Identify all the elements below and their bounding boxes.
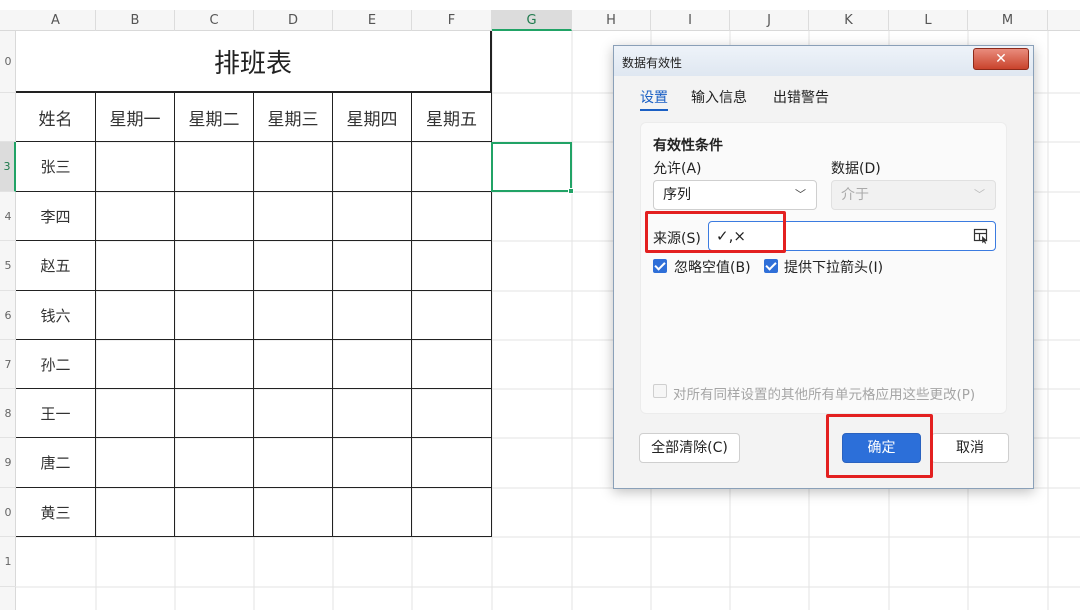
data-select-value: 介于: [841, 187, 869, 203]
schedule-title[interactable]: 排班表: [16, 31, 492, 93]
name-cell[interactable]: 李四: [16, 192, 96, 241]
column-header-a[interactable]: A: [16, 10, 96, 31]
header-wednesday[interactable]: 星期三: [254, 93, 333, 142]
data-label: 数据(D): [831, 161, 881, 177]
allow-select[interactable]: 序列 ﹀: [653, 180, 817, 210]
name-cell[interactable]: 唐二: [16, 438, 96, 488]
data-validation-dialog: 数据有效性 ✕ 设置 输入信息 出错警告 有效性条件 允许(A) 序列 ﹀ 数据…: [613, 45, 1034, 489]
section-title: 有效性条件: [653, 138, 723, 154]
highlight-box-source: [645, 211, 786, 253]
chevron-down-icon: ﹀: [974, 188, 985, 201]
data-select: 介于 ﹀: [831, 180, 996, 210]
ignore-blank-label: 忽略空值(B): [674, 260, 751, 276]
name-cell[interactable]: 钱六: [16, 291, 96, 340]
column-header-g[interactable]: G: [492, 10, 572, 31]
row-header-bar: 0 3 4 5 6 7 8 9 0 1: [0, 31, 16, 610]
name-cell[interactable]: 张三: [16, 142, 96, 192]
row-header-11[interactable]: 1: [0, 537, 16, 587]
column-header-c[interactable]: C: [175, 10, 254, 31]
column-header-b[interactable]: B: [96, 10, 175, 31]
column-header-bar: A B C D E F G H I J K L M: [0, 10, 1080, 31]
row-header-1[interactable]: 0: [0, 31, 16, 93]
row-header-7[interactable]: 7: [0, 340, 16, 389]
name-cell[interactable]: 赵五: [16, 241, 96, 291]
dropdown-arrow-label: 提供下拉箭头(I): [784, 260, 884, 276]
schedule-empty-cells[interactable]: [96, 142, 492, 538]
name-cell[interactable]: 孙二: [16, 340, 96, 389]
apply-all-label: 对所有同样设置的其他所有单元格应用这些更改(P): [673, 387, 976, 403]
column-header-d[interactable]: D: [254, 10, 333, 31]
column-header-j[interactable]: J: [730, 10, 809, 31]
dialog-title: 数据有效性: [622, 56, 683, 70]
dialog-titlebar[interactable]: 数据有效性 ✕: [614, 46, 1033, 76]
selected-cell-g3[interactable]: [491, 142, 574, 194]
column-header-e[interactable]: E: [333, 10, 412, 31]
range-picker-icon[interactable]: [973, 228, 989, 244]
row-header-9[interactable]: 9: [0, 438, 16, 488]
column-header-k[interactable]: K: [809, 10, 889, 31]
row-header-4[interactable]: 4: [0, 192, 16, 241]
clear-all-button[interactable]: 全部清除(C): [639, 433, 740, 463]
apply-all-checkbox[interactable]: [653, 384, 667, 398]
highlight-box-ok: [826, 414, 933, 478]
cancel-button[interactable]: 取消: [931, 433, 1009, 463]
ignore-blank-checkbox[interactable]: [653, 259, 667, 273]
row-header-6[interactable]: 6: [0, 291, 16, 340]
column-header-l[interactable]: L: [889, 10, 968, 31]
row-header-5[interactable]: 5: [0, 241, 16, 291]
tab-error-alert[interactable]: 出错警告: [773, 87, 829, 107]
column-header-f[interactable]: F: [412, 10, 492, 31]
chevron-down-icon: ﹀: [795, 188, 806, 201]
header-friday[interactable]: 星期五: [412, 93, 492, 142]
row-header-2[interactable]: [0, 93, 16, 142]
header-name[interactable]: 姓名: [16, 93, 96, 142]
close-button[interactable]: ✕: [973, 48, 1029, 70]
allow-label: 允许(A): [653, 161, 702, 177]
fill-handle[interactable]: [568, 188, 574, 194]
row-header-8[interactable]: 8: [0, 389, 16, 438]
dropdown-arrow-checkbox[interactable]: [764, 259, 778, 273]
column-header-h[interactable]: H: [572, 10, 651, 31]
tab-settings[interactable]: 设置: [640, 87, 668, 111]
tab-input-message[interactable]: 输入信息: [691, 87, 747, 107]
row-header-10[interactable]: 0: [0, 488, 16, 537]
name-cell[interactable]: 黄三: [16, 488, 96, 537]
name-cell[interactable]: 王一: [16, 389, 96, 438]
header-thursday[interactable]: 星期四: [333, 93, 412, 142]
column-header-i[interactable]: I: [651, 10, 730, 31]
allow-select-value: 序列: [663, 187, 691, 203]
header-monday[interactable]: 星期一: [96, 93, 175, 142]
row-header-3[interactable]: 3: [0, 142, 16, 192]
column-header-m[interactable]: M: [968, 10, 1048, 31]
header-tuesday[interactable]: 星期二: [175, 93, 254, 142]
